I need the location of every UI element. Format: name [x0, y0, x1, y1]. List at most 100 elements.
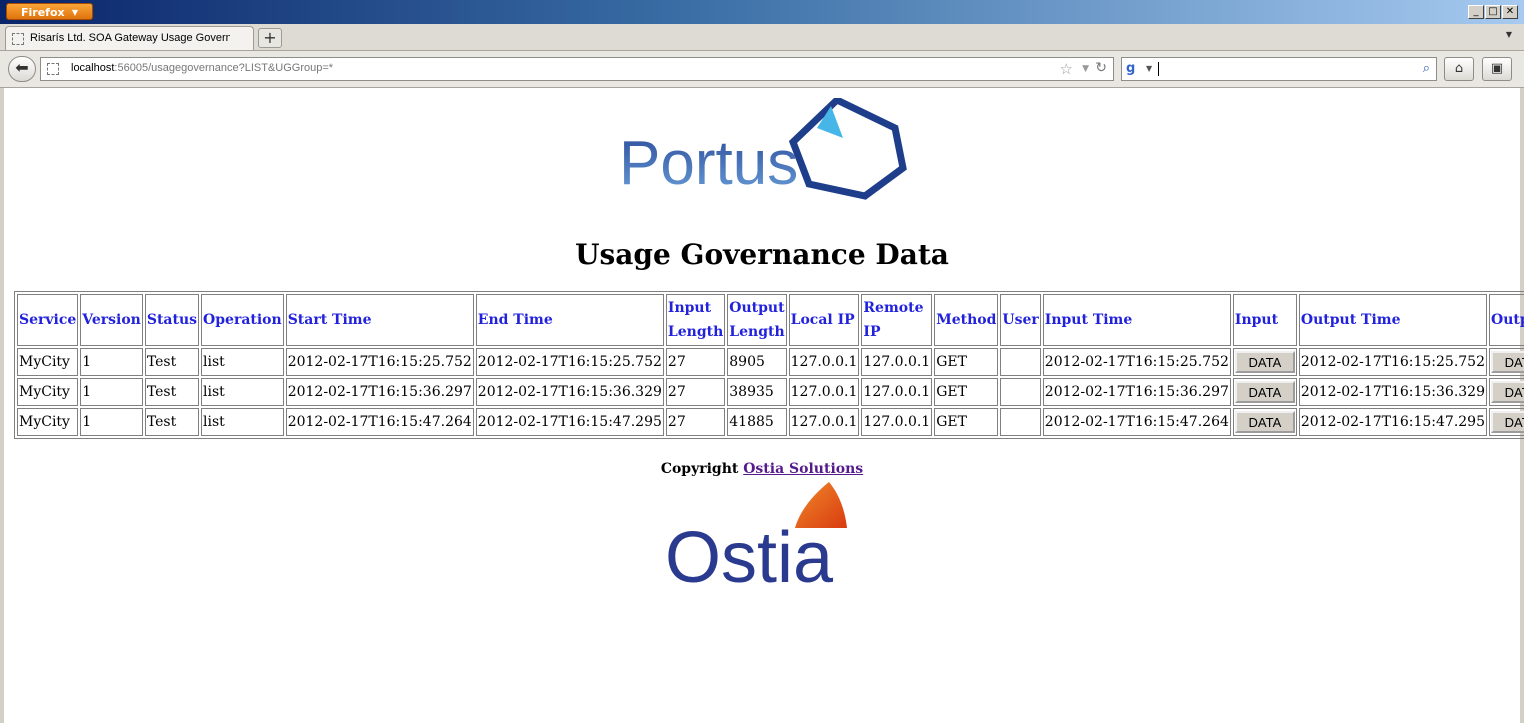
column-header-start-time: Start Time	[285, 294, 474, 346]
page-content: Portus Usage Governance Data Service Ver…	[0, 88, 1524, 723]
cell-end-time: 2012-02-17T16:15:25.752	[475, 348, 664, 376]
page-title: Usage Governance Data	[575, 238, 949, 271]
home-button[interactable]: ⌂	[1444, 57, 1474, 81]
bookmarks-menu-icon: ▣	[1490, 61, 1504, 76]
table-row: MyCity 1 Test list 2012-02-17T16:15:47.2…	[17, 408, 1524, 436]
output-data-button[interactable]: DATA	[1491, 411, 1524, 433]
ostia-logo-text: Ostia	[665, 518, 834, 598]
cell-status: Test	[144, 408, 200, 436]
google-engine-icon[interactable]: g	[1126, 61, 1142, 77]
cell-remote-ip: 127.0.0.1	[861, 348, 933, 376]
output-data-button[interactable]: DATA	[1491, 381, 1524, 403]
column-header-method: Method	[934, 294, 999, 346]
ostia-solutions-link[interactable]: Ostia Solutions	[743, 461, 863, 477]
cell-service: MyCity	[17, 408, 79, 436]
search-icon[interactable]: ⌕	[1423, 61, 1430, 76]
cell-end-time: 2012-02-17T16:15:47.295	[475, 408, 664, 436]
plus-icon: +	[263, 28, 277, 47]
column-header-output-time: Output Time	[1298, 294, 1487, 346]
cell-output: DATA	[1489, 348, 1524, 376]
window-titlebar: Firefox ▼ _ □ ✕	[0, 0, 1524, 24]
copyright-prefix: Copyright	[660, 461, 739, 477]
cell-input-length: 27	[665, 378, 726, 406]
cell-input: DATA	[1232, 348, 1297, 376]
column-header-input-time: Input Time	[1042, 294, 1231, 346]
cell-version: 1	[80, 378, 143, 406]
text-caret	[1158, 62, 1159, 76]
table-row: MyCity 1 Test list 2012-02-17T16:15:25.7…	[17, 348, 1524, 376]
cell-output-time: 2012-02-17T16:15:47.295	[1298, 408, 1487, 436]
column-header-user: User	[1000, 294, 1041, 346]
output-data-button[interactable]: DATA	[1491, 351, 1524, 373]
cell-local-ip: 127.0.0.1	[788, 378, 860, 406]
cell-input-length: 27	[665, 348, 726, 376]
portus-logo: Portus	[619, 98, 907, 200]
reload-icon[interactable]: ↻	[1095, 60, 1107, 76]
cell-method: GET	[934, 378, 999, 406]
copyright-line: Copyright Ostia Solutions	[4, 461, 1520, 477]
tab-active[interactable]: Risarís Ltd. SOA Gateway Usage Governanc…	[5, 26, 254, 50]
cell-version: 1	[80, 348, 143, 376]
input-data-button[interactable]: DATA	[1234, 351, 1295, 373]
maximize-button[interactable]: □	[1485, 5, 1501, 19]
url-host: localhost	[71, 62, 115, 74]
tab-title: Risarís Ltd. SOA Gateway Usage Governanc…	[30, 32, 230, 44]
table-header-row: Service Version Status Operation Start T…	[17, 294, 1524, 346]
column-header-output-length: Output Length	[727, 294, 787, 346]
back-arrow-icon: ⬅	[15, 58, 29, 77]
engine-chevron-icon[interactable]: ▼	[1146, 64, 1152, 73]
cell-operation: list	[201, 348, 284, 376]
cell-local-ip: 127.0.0.1	[788, 408, 860, 436]
cell-user	[1000, 408, 1041, 436]
cell-service: MyCity	[17, 378, 79, 406]
page-favicon-icon	[12, 33, 24, 45]
url-path: :56005/usagegovernance?LIST&UGGroup=*	[114, 62, 334, 74]
cell-input-length: 27	[665, 408, 726, 436]
minimize-button[interactable]: _	[1468, 5, 1484, 19]
column-header-operation: Operation	[201, 294, 284, 346]
cell-output-time: 2012-02-17T16:15:36.329	[1298, 378, 1487, 406]
column-header-version: Version	[80, 294, 143, 346]
column-header-input-length: Input Length	[665, 294, 726, 346]
cell-output: DATA	[1489, 408, 1524, 436]
back-button[interactable]: ⬅	[8, 56, 36, 82]
bookmark-star-icon[interactable]: ☆	[1060, 60, 1073, 78]
bookmarks-menu-button[interactable]: ▣	[1482, 57, 1512, 81]
input-data-button[interactable]: DATA	[1234, 411, 1295, 433]
column-header-input: Input	[1232, 294, 1297, 346]
cell-output-time: 2012-02-17T16:15:25.752	[1298, 348, 1487, 376]
column-header-remote-ip: Remote IP	[861, 294, 933, 346]
search-bar[interactable]: g ▼ ⌕	[1121, 57, 1437, 81]
url-history-chevron-icon[interactable]: ▼	[1082, 64, 1089, 74]
cell-status: Test	[144, 378, 200, 406]
url-text[interactable]: localhost:56005/usagegovernance?LIST&UGG…	[71, 62, 333, 74]
ostia-logo: Ostia	[665, 482, 847, 598]
usage-governance-table: Service Version Status Operation Start T…	[14, 291, 1524, 439]
url-bar[interactable]: localhost:56005/usagegovernance?LIST&UGG…	[40, 57, 1114, 81]
cell-input: DATA	[1232, 408, 1297, 436]
cell-end-time: 2012-02-17T16:15:36.329	[475, 378, 664, 406]
cell-version: 1	[80, 408, 143, 436]
cell-start-time: 2012-02-17T16:15:25.752	[285, 348, 474, 376]
cell-output: DATA	[1489, 378, 1524, 406]
caret-down-icon: ▼	[71, 8, 78, 17]
cell-operation: list	[201, 408, 284, 436]
cell-method: GET	[934, 348, 999, 376]
cell-local-ip: 127.0.0.1	[788, 348, 860, 376]
new-tab-button[interactable]: +	[258, 28, 282, 48]
cell-operation: list	[201, 378, 284, 406]
cell-remote-ip: 127.0.0.1	[861, 378, 933, 406]
close-window-button[interactable]: ✕	[1502, 5, 1518, 19]
tab-list-chevron-icon[interactable]: ▼	[1506, 30, 1512, 39]
navigation-toolbar: ⬅ localhost:56005/usagegovernance?LIST&U…	[0, 51, 1524, 88]
cell-user	[1000, 348, 1041, 376]
input-data-button[interactable]: DATA	[1234, 381, 1295, 403]
column-header-end-time: End Time	[475, 294, 664, 346]
cell-method: GET	[934, 408, 999, 436]
site-identity-icon[interactable]	[47, 63, 59, 75]
firefox-menu-button[interactable]: Firefox ▼	[6, 3, 93, 20]
cell-output-length: 38935	[727, 378, 787, 406]
cell-status: Test	[144, 348, 200, 376]
table-row: MyCity 1 Test list 2012-02-17T16:15:36.2…	[17, 378, 1524, 406]
home-icon: ⌂	[1454, 61, 1464, 76]
